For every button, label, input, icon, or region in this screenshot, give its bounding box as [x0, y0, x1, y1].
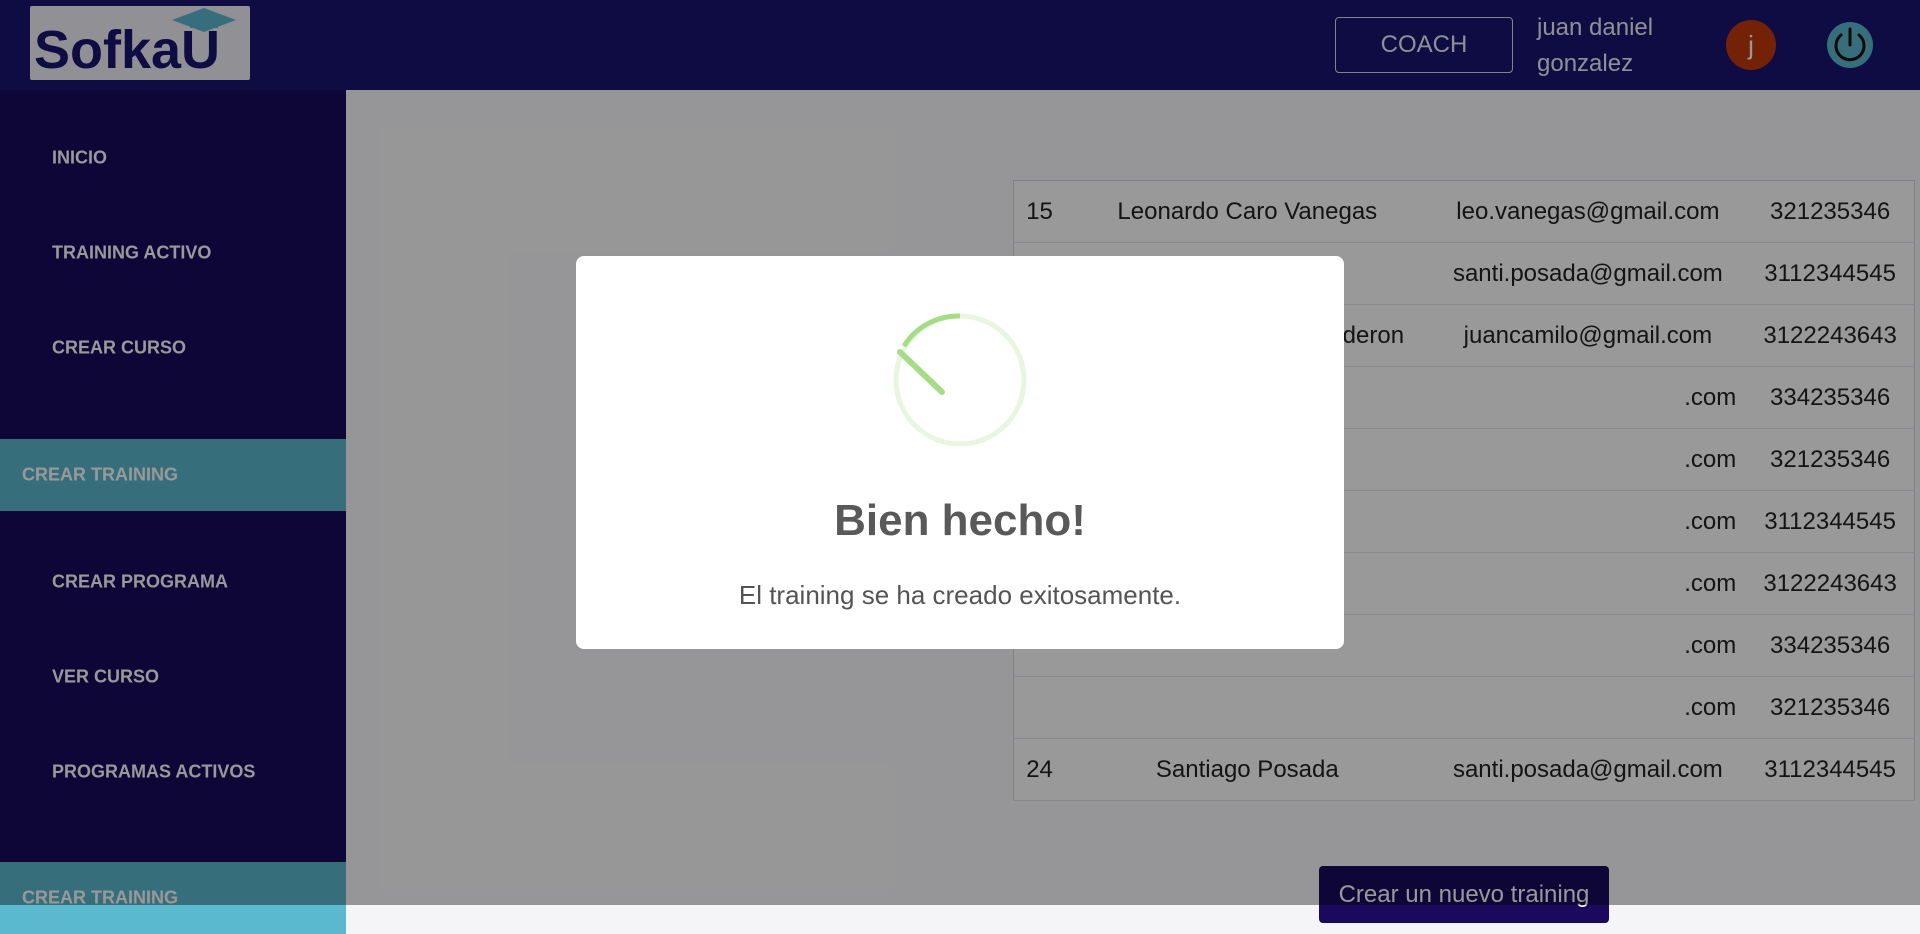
success-modal: Bien hecho! El training se ha creado exi…	[576, 256, 1344, 649]
success-spinner-icon	[893, 313, 1027, 447]
modal-title: Bien hecho!	[834, 496, 1086, 545]
modal-message: El training se ha creado exitosamente.	[738, 580, 1182, 610]
